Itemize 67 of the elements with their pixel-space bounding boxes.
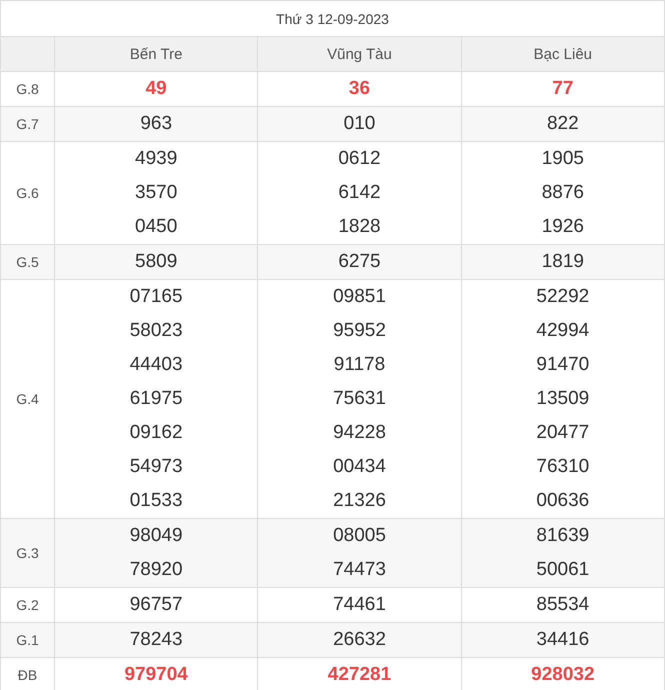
province-header: Bến Tre <box>130 46 182 62</box>
prize-label: G.3 <box>16 545 39 561</box>
result-number: 36 <box>348 77 370 101</box>
result-number: 75631 <box>333 387 386 411</box>
result-number: 427281 <box>328 663 392 687</box>
result-number: 96757 <box>130 593 183 617</box>
result-number: 74461 <box>333 593 386 617</box>
result-number: 1819 <box>542 250 584 274</box>
result-number: 963 <box>140 112 172 136</box>
result-number: 928032 <box>531 663 595 687</box>
result-number: 20477 <box>536 421 590 445</box>
result-number: 52292 <box>536 285 590 309</box>
result-number: 01533 <box>130 489 183 513</box>
result-number: 50061 <box>536 558 590 582</box>
result-number: 42994 <box>536 319 590 343</box>
result-number: 822 <box>546 112 579 136</box>
result-number: 78920 <box>130 558 183 582</box>
result-number: 07165 <box>130 285 183 309</box>
prize-label: G.8 <box>16 81 39 97</box>
result-number: 91178 <box>334 353 386 377</box>
prize-label: G.5 <box>16 254 39 270</box>
result-number: 54973 <box>130 455 183 479</box>
result-number: 85534 <box>536 593 590 617</box>
result-number: 5809 <box>135 250 178 274</box>
province-header: Bạc Liêu <box>534 46 592 62</box>
result-number: 1905 <box>542 147 584 171</box>
result-number: 34416 <box>536 628 590 652</box>
prize-label: G.1 <box>16 632 39 648</box>
prize-label: G.2 <box>16 597 39 613</box>
result-number: 1926 <box>542 215 584 239</box>
result-number: 979704 <box>124 663 188 687</box>
result-number: 91470 <box>536 353 590 377</box>
result-number: 94228 <box>333 421 386 445</box>
date-title: Thứ 3 12-09-2023 <box>276 10 389 26</box>
result-number: 09851 <box>333 285 386 309</box>
result-number: 61975 <box>130 387 183 411</box>
result-number: 010 <box>344 112 376 136</box>
result-number: 0612 <box>338 147 381 171</box>
result-number: 77 <box>552 77 574 101</box>
province-header: Vũng Tàu <box>327 46 392 62</box>
result-number: 6142 <box>338 181 381 205</box>
result-number: 6275 <box>338 250 381 274</box>
prize-label: G.6 <box>16 185 39 201</box>
result-number: 81639 <box>536 524 590 548</box>
result-number: 08005 <box>333 524 386 548</box>
result-number: 95952 <box>333 319 386 343</box>
prize-label: G.7 <box>16 116 39 132</box>
result-number: 49 <box>146 77 167 101</box>
result-number: 26632 <box>333 628 386 652</box>
result-number: 44403 <box>130 353 183 377</box>
result-number: 58023 <box>130 319 183 343</box>
result-number: 1828 <box>338 215 381 239</box>
result-number: 98049 <box>130 524 183 548</box>
result-number: 74473 <box>333 558 386 582</box>
result-number: 3570 <box>135 181 178 205</box>
result-number: 0450 <box>135 215 178 239</box>
result-number: 4939 <box>135 147 178 171</box>
result-number: 78243 <box>130 628 183 652</box>
result-number: 00636 <box>536 489 590 513</box>
result-number: 21326 <box>333 489 386 513</box>
result-number: 76310 <box>536 455 590 479</box>
result-number: 09162 <box>130 421 183 445</box>
result-number: 00434 <box>333 455 386 479</box>
prize-label: G.4 <box>16 391 39 407</box>
result-number: 8876 <box>542 181 584 205</box>
result-number: 13509 <box>536 387 590 411</box>
prize-label: ĐB <box>18 667 38 683</box>
